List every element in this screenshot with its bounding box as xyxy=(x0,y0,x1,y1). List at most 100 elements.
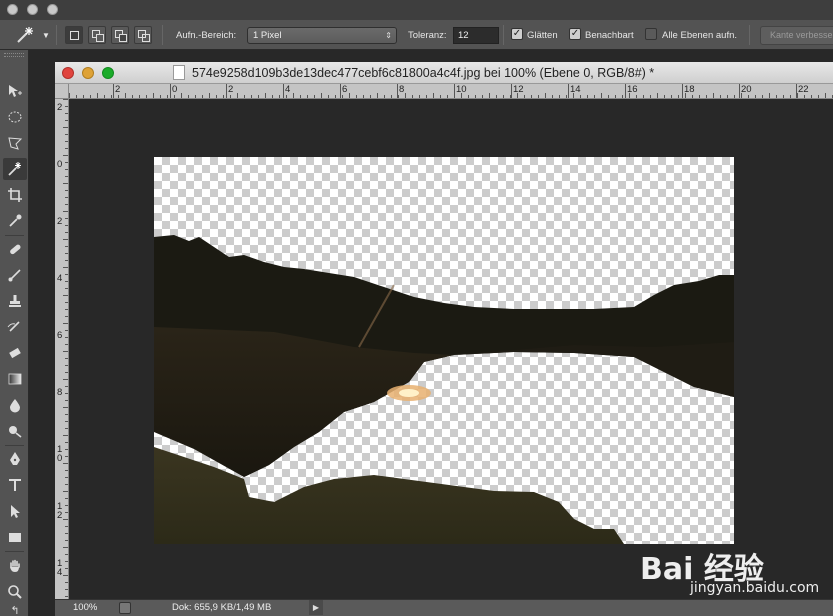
ruler-label: 14 xyxy=(570,84,581,95)
lasso-tool-button[interactable] xyxy=(3,132,27,154)
app-zoom-button[interactable] xyxy=(47,4,58,15)
magnifier-icon xyxy=(8,585,22,599)
vertical-ruler[interactable]: 2 0 2 4 6 8 1 0 1 2 1 4 xyxy=(55,99,69,599)
app-minimize-button[interactable] xyxy=(27,4,38,15)
ruler-label: 6 xyxy=(342,84,348,95)
swap-arrow-icon: ↰ xyxy=(10,604,20,616)
anti-alias-checkbox[interactable]: ✓ xyxy=(511,28,523,40)
ruler-label: 22 xyxy=(798,84,809,95)
rectangle-icon xyxy=(9,533,21,542)
ruler-label: 2 xyxy=(228,84,234,95)
path-selection-tool-button[interactable] xyxy=(3,500,27,522)
eraser-icon xyxy=(9,347,21,359)
sample-size-value: 1 Pixel xyxy=(253,30,282,41)
ruler-label: 4 xyxy=(285,84,291,95)
document-title: 574e9258d109b3de13dec477cebf6c81800a4c4f… xyxy=(192,66,655,80)
sample-size-label: Aufn.-Bereich: xyxy=(176,29,237,41)
crop-tool-button[interactable] xyxy=(3,184,27,206)
status-menu-arrow-icon[interactable]: ▶ xyxy=(309,600,323,615)
elliptical-marquee-icon xyxy=(8,111,22,123)
type-tool-button[interactable] xyxy=(3,474,27,496)
landscape-photo xyxy=(154,235,734,544)
hand-tool-button[interactable] xyxy=(3,555,27,577)
ruler-label: 2 xyxy=(115,84,121,95)
history-brush-icon xyxy=(7,321,20,332)
ruler-label: 1 2 xyxy=(57,501,63,521)
tools-panel: ↰ xyxy=(0,50,29,616)
rectangle-tool-button[interactable] xyxy=(3,526,27,548)
anti-alias-label: Glätten xyxy=(527,29,558,41)
canvas-area[interactable] xyxy=(69,99,833,599)
contiguous-checkbox[interactable]: ✓ xyxy=(569,28,581,40)
marquee-tool-button[interactable] xyxy=(3,106,27,128)
type-icon xyxy=(9,479,21,491)
magic-wand-icon xyxy=(17,27,33,43)
document-minimize-button[interactable] xyxy=(82,67,94,79)
eyedropper-icon xyxy=(9,214,22,227)
ruler-label: 2 xyxy=(57,102,63,113)
magic-wand-tool-button[interactable] xyxy=(3,158,27,180)
eyedropper-tool-button[interactable] xyxy=(3,210,27,232)
new-selection-button[interactable] xyxy=(65,26,83,44)
bandage-icon xyxy=(10,244,21,255)
ruler-label: 1 0 xyxy=(57,444,63,464)
move-tool-button[interactable] xyxy=(3,80,27,102)
ruler-label: 18 xyxy=(684,84,695,95)
ruler-label: 8 xyxy=(57,387,63,398)
brush-tool-button[interactable] xyxy=(3,264,27,286)
photoshop-window: ▼ Aufn.-Bereich: 1 Pixel ⇕ Toleranz: 12 … xyxy=(0,0,833,616)
crop-icon xyxy=(8,188,22,202)
dodge-tool-button[interactable] xyxy=(3,420,27,442)
document-close-button[interactable] xyxy=(62,67,74,79)
history-brush-tool-button[interactable] xyxy=(3,316,27,338)
updown-arrows-icon: ⇕ xyxy=(385,31,392,40)
document-window: 574e9258d109b3de13dec477cebf6c81800a4c4f… xyxy=(55,62,833,616)
zoom-tool-button[interactable] xyxy=(3,581,27,603)
path-selection-icon xyxy=(11,505,20,518)
blur-tool-button[interactable] xyxy=(3,394,27,416)
all-layers-label: Alle Ebenen aufn. xyxy=(662,29,738,41)
refine-edge-button[interactable]: Kante verbessern... xyxy=(760,26,833,45)
ruler-label: 12 xyxy=(513,84,524,95)
options-bar: ▼ Aufn.-Bereich: 1 Pixel ⇕ Toleranz: 12 … xyxy=(0,20,833,50)
hand-icon xyxy=(10,559,20,572)
tool-preset-picker[interactable]: ▼ xyxy=(14,20,50,50)
gradient-tool-button[interactable] xyxy=(3,368,27,390)
stamp-icon xyxy=(9,295,21,307)
subtract-from-selection-button[interactable] xyxy=(111,26,129,44)
horizontal-ruler[interactable]: 2 0 2 4 6 8 10 12 14 16 18 20 22 xyxy=(69,84,833,99)
app-titlebar xyxy=(0,0,833,20)
ruler-label: 4 xyxy=(57,273,63,284)
swap-colors-button[interactable]: ↰ xyxy=(3,603,27,616)
ruler-label: 6 xyxy=(57,330,63,341)
dodge-icon xyxy=(9,426,22,438)
add-to-selection-button[interactable] xyxy=(88,26,106,44)
all-layers-checkbox[interactable] xyxy=(645,28,657,40)
healing-brush-tool-button[interactable] xyxy=(3,238,27,260)
document-file-icon xyxy=(173,65,185,80)
document-titlebar[interactable]: 574e9258d109b3de13dec477cebf6c81800a4c4f… xyxy=(55,62,833,84)
ruler-label: 10 xyxy=(456,84,467,95)
eraser-tool-button[interactable] xyxy=(3,342,27,364)
pen-icon xyxy=(10,452,20,465)
canvas-image[interactable] xyxy=(154,157,734,544)
ruler-label: 20 xyxy=(741,84,752,95)
gradient-icon xyxy=(8,373,22,385)
export-icon[interactable] xyxy=(119,602,131,614)
ruler-label: 0 xyxy=(57,159,63,170)
document-zoom-button[interactable] xyxy=(102,67,114,79)
chevron-down-icon: ▼ xyxy=(42,30,50,40)
ruler-label: 1 4 xyxy=(57,558,63,578)
intersect-selection-button[interactable] xyxy=(134,26,152,44)
document-size-info: Dok: 655,9 KB/1,49 MB xyxy=(172,602,272,613)
sample-size-select[interactable]: 1 Pixel ⇕ xyxy=(247,27,397,44)
brush-icon xyxy=(8,269,21,282)
zoom-level[interactable]: 100% xyxy=(73,602,97,613)
clone-stamp-tool-button[interactable] xyxy=(3,290,27,312)
pen-tool-button[interactable] xyxy=(3,448,27,470)
app-close-button[interactable] xyxy=(7,4,18,15)
tolerance-input[interactable]: 12 xyxy=(453,27,499,44)
ruler-corner[interactable] xyxy=(55,84,69,99)
ruler-label: 16 xyxy=(627,84,638,95)
watermark-url: jingyan.baidu.com xyxy=(690,580,820,596)
